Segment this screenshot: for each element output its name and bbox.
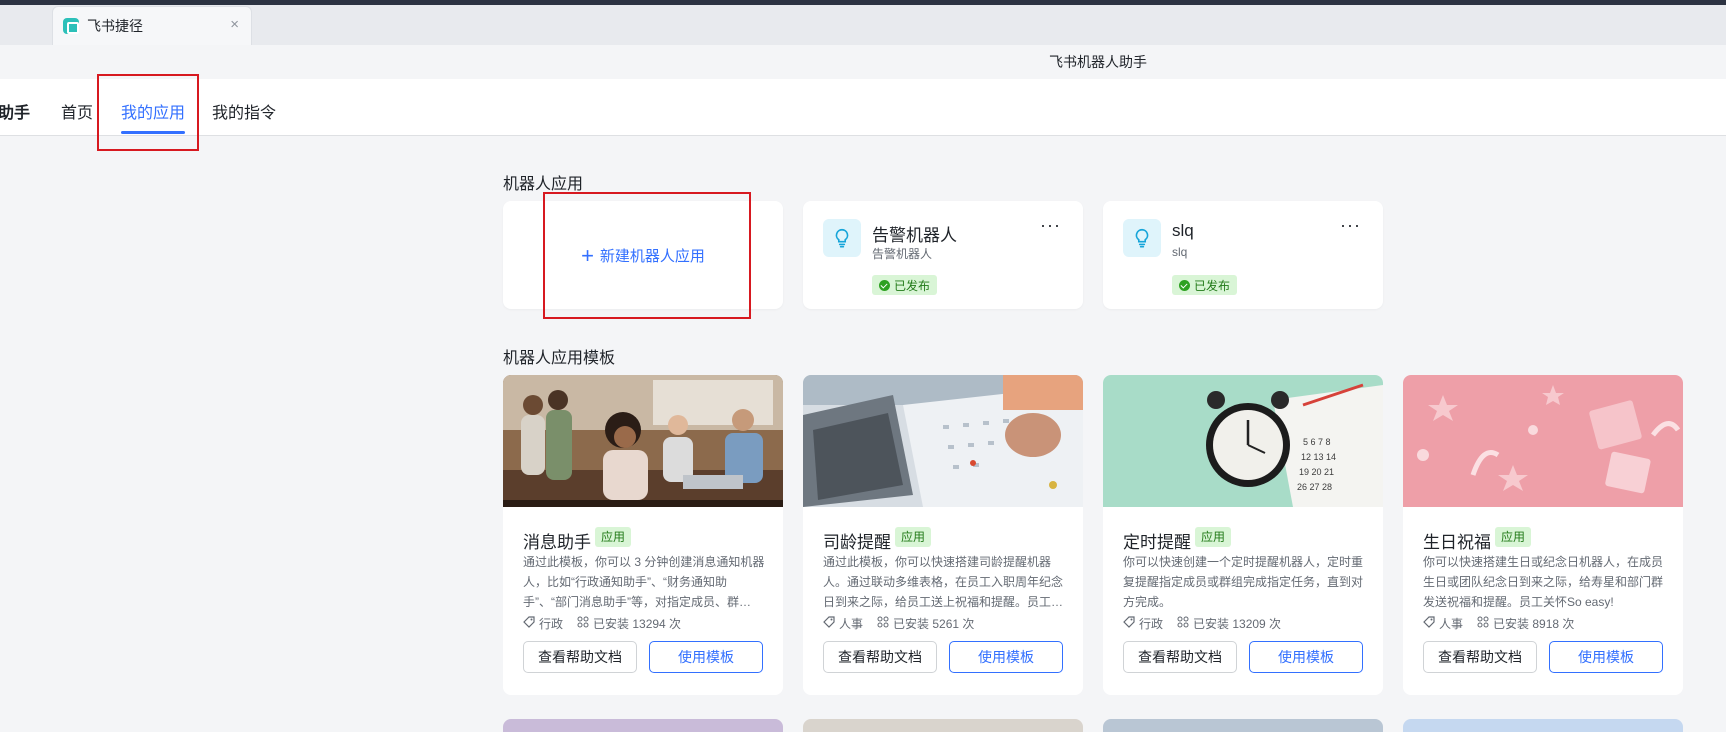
bot-app-card[interactable]: slq slq ··· 已发布 [1103, 201, 1383, 309]
template-meta: 人事 已安装 8918 次 [1423, 615, 1574, 632]
template-card-peek [1403, 719, 1683, 732]
tag-icon [1123, 616, 1135, 631]
svg-text:12 13 14: 12 13 14 [1301, 452, 1336, 462]
template-tag: 应用 [1495, 527, 1532, 547]
template-card: 消息助手 应用 通过此模板，你可以 3 分钟创建消息通知机器人，比如“行政通知助… [503, 375, 783, 695]
use-template-button[interactable]: 使用模板 [649, 641, 763, 673]
top-nav: 助手 首页 我的应用 我的指令 [0, 79, 1726, 136]
template-installs: 已安装 13209 次 [1193, 617, 1282, 631]
birthday-gifts-photo [1403, 375, 1683, 507]
status-badge: 已发布 [1172, 275, 1238, 295]
template-tag: 应用 [1195, 527, 1232, 547]
template-title: 定时提醒 [1123, 533, 1191, 552]
template-category: 人事 [1439, 617, 1464, 631]
calendar-laptop-photo [803, 375, 1083, 507]
browser-tab-title: 飞书捷径 [87, 18, 143, 34]
bot-app-subtitle: 告警机器人 [872, 247, 933, 261]
more-options-icon[interactable]: ··· [1040, 215, 1061, 236]
template-tag: 应用 [595, 527, 632, 547]
template-category: 行政 [1139, 617, 1164, 631]
svg-text:26 27 28: 26 27 28 [1297, 482, 1332, 492]
template-card: 生日祝福 应用 你可以快速搭建生日或纪念日机器人，在成员生日或团队纪念日到来之际… [1403, 375, 1683, 695]
bot-app-name: slq [1172, 221, 1194, 240]
template-category: 行政 [539, 617, 564, 631]
nav-item-home[interactable]: 首页 [61, 99, 93, 123]
template-tag: 应用 [895, 527, 932, 547]
template-meta: 行政 已安装 13209 次 [1123, 615, 1281, 632]
more-options-icon[interactable]: ··· [1340, 215, 1361, 236]
bot-app-subtitle: slq [1172, 245, 1188, 259]
template-installs: 已安装 13294 次 [593, 617, 682, 631]
alarm-clock-photo: 5 6 7 8 12 13 14 19 20 21 26 27 28 [1103, 375, 1383, 507]
bot-app-name: 告警机器人 [872, 226, 957, 245]
templates-section-title: 机器人应用模板 [503, 350, 616, 367]
check-circle-icon [1179, 279, 1190, 291]
view-help-doc-button[interactable]: 查看帮助文档 [823, 641, 937, 673]
template-description: 你可以快速创建一个定时提醒机器人，定时重复提醒指定成员或群组完成指定任务，直到对… [1123, 555, 1364, 609]
view-help-doc-button[interactable]: 查看帮助文档 [523, 641, 637, 673]
browser-tab-bar: 飞书捷径 × [0, 5, 1726, 45]
tag-icon [523, 616, 535, 631]
apps-icon [877, 616, 889, 631]
highlight-box-my-apps [97, 74, 199, 151]
bot-apps-section-title: 机器人应用 [503, 176, 584, 193]
template-description: 通过此模板，你可以快速搭建司龄提醒机器人。通过联动多维表格，在员工入职周年纪念日… [823, 555, 1064, 609]
svg-text:19 20 21: 19 20 21 [1299, 467, 1334, 477]
template-card-peek [803, 719, 1083, 732]
template-description: 你可以快速搭建生日或纪念日机器人，在成员生日或团队纪念日到来之际，给寿星和部门群… [1423, 555, 1664, 609]
status-label: 已发布 [894, 278, 931, 293]
close-icon[interactable]: × [230, 17, 239, 33]
apps-icon [577, 616, 589, 631]
app-brand: 助手 [0, 105, 31, 122]
feishu-shortcut-logo-icon [63, 18, 79, 34]
bot-app-card[interactable]: 告警机器人 告警机器人 ··· 已发布 [803, 201, 1083, 309]
template-card-peek [503, 719, 783, 732]
template-category: 人事 [839, 617, 864, 631]
svg-text:5 6 7 8: 5 6 7 8 [1303, 437, 1331, 447]
template-title: 生日祝福 [1423, 533, 1491, 552]
tag-icon [1423, 616, 1435, 631]
window-title: 飞书机器人助手 [0, 45, 1726, 79]
template-installs: 已安装 5261 次 [893, 617, 975, 631]
apps-icon [1477, 616, 1489, 631]
lightbulb-icon [823, 219, 861, 257]
use-template-button[interactable]: 使用模板 [1549, 641, 1663, 673]
status-badge: 已发布 [872, 275, 938, 295]
template-title: 司龄提醒 [823, 533, 891, 552]
use-template-button[interactable]: 使用模板 [1249, 641, 1363, 673]
use-template-button[interactable]: 使用模板 [949, 641, 1063, 673]
view-help-doc-button[interactable]: 查看帮助文档 [1423, 641, 1537, 673]
template-meta: 人事 已安装 5261 次 [823, 615, 974, 632]
apps-icon [1177, 616, 1189, 631]
template-meta: 行政 已安装 13294 次 [523, 615, 681, 632]
template-card: 5 6 7 8 12 13 14 19 20 21 26 27 28 定时提醒 应用 … [1103, 375, 1383, 695]
template-description: 通过此模板，你可以 3 分钟创建消息通知机器人，比如“行政通知助手”、“财务通知… [523, 555, 765, 609]
browser-tab[interactable]: 飞书捷径 × [52, 6, 252, 45]
tag-icon [823, 616, 835, 631]
view-help-doc-button[interactable]: 查看帮助文档 [1123, 641, 1237, 673]
highlight-box-new-bot [543, 192, 751, 319]
template-card-peek [1103, 719, 1383, 732]
template-installs: 已安装 8918 次 [1493, 617, 1575, 631]
template-title: 消息助手 [523, 533, 591, 552]
nav-item-my-commands[interactable]: 我的指令 [212, 99, 276, 123]
check-circle-icon [879, 279, 890, 291]
template-card: 司龄提醒 应用 通过此模板，你可以快速搭建司龄提醒机器人。通过联动多维表格，在员… [803, 375, 1083, 695]
team-meeting-photo [503, 375, 783, 507]
status-label: 已发布 [1194, 278, 1231, 293]
lightbulb-icon [1123, 219, 1161, 257]
